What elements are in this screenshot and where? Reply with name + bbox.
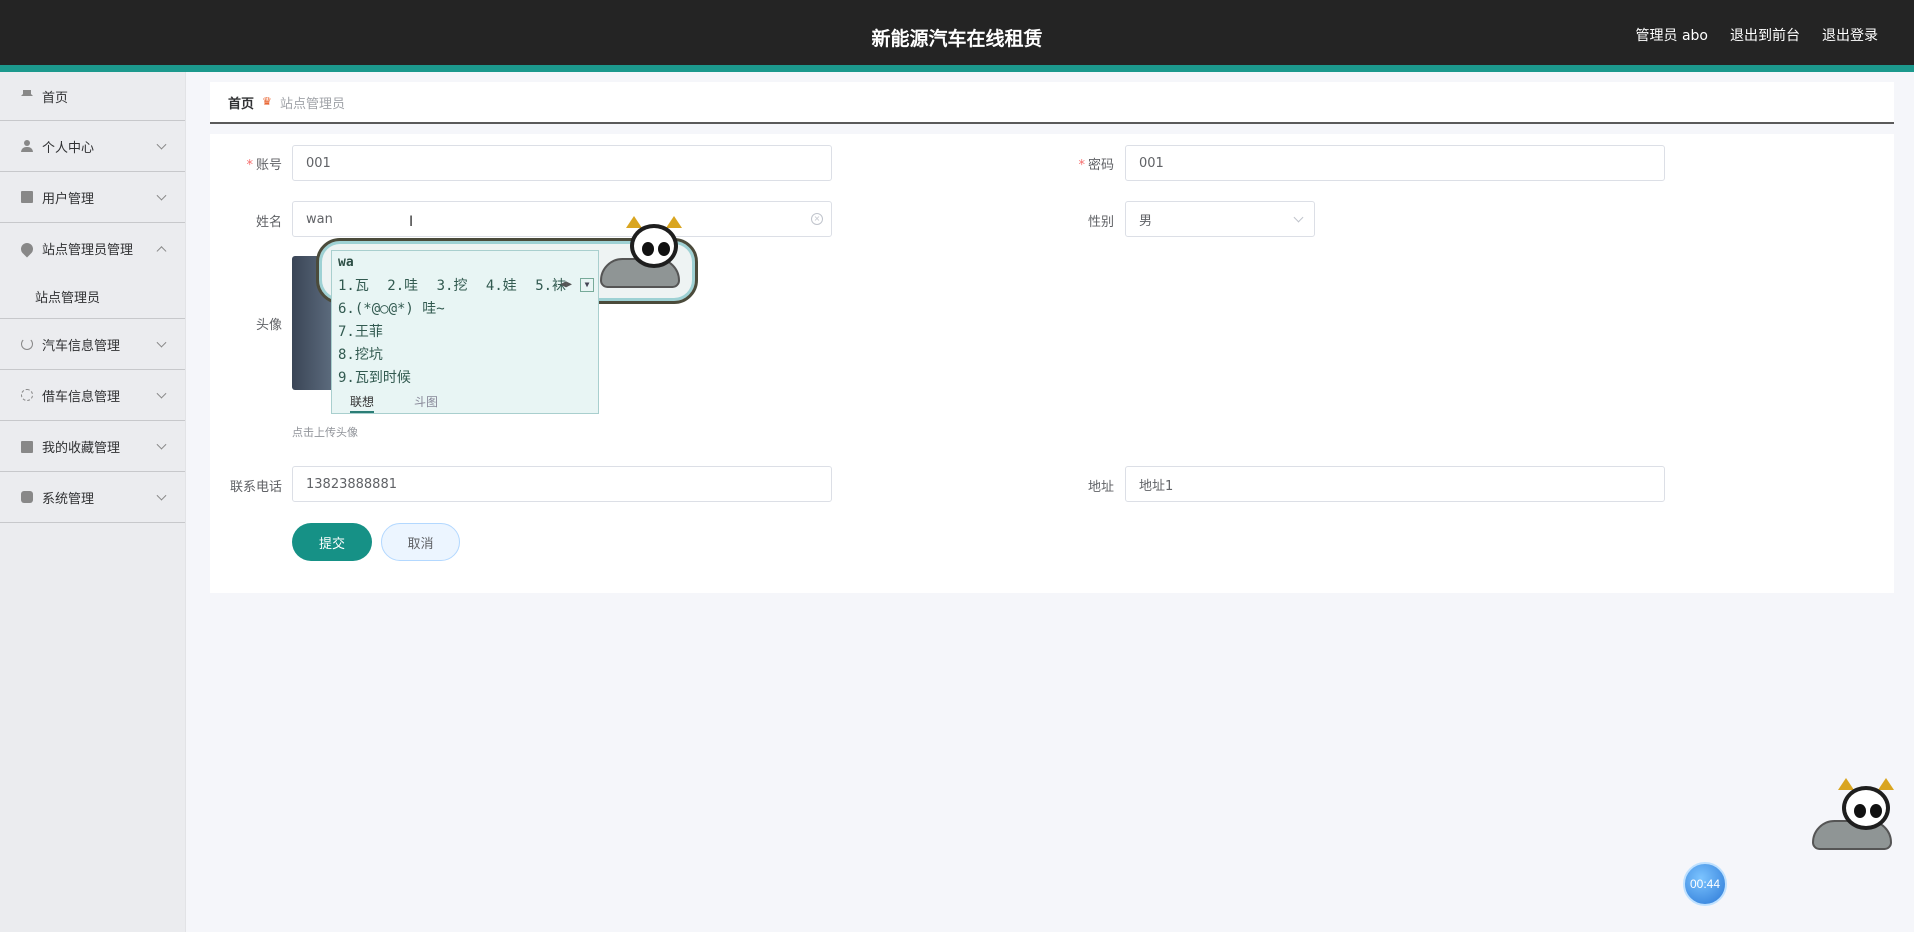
name-field[interactable]: × (292, 201, 832, 237)
clipboard-icon (21, 191, 33, 203)
ime-candidate[interactable]: 1.瓦 (338, 278, 369, 294)
sidebar-item-home[interactable]: 首页 (0, 72, 185, 121)
breadcrumb: 首页 ♛ 站点管理员 (210, 82, 1894, 124)
ime-composition: wa (338, 255, 354, 270)
sidebar-item-system-management[interactable]: 系统管理 (0, 472, 185, 523)
password-field[interactable] (1125, 145, 1665, 181)
front-page-link[interactable]: 退出到前台 (1730, 25, 1800, 45)
dial-icon (21, 389, 33, 401)
address-label: 地址 (1087, 480, 1114, 495)
mascot-ear (626, 216, 642, 228)
chevron-down-icon (156, 337, 167, 348)
ime-page-arrows-icon[interactable]: ◀▶ (560, 279, 572, 290)
logout-link[interactable]: 退出登录 (1822, 25, 1878, 45)
sidebar-item-label: 个人中心 (42, 140, 95, 156)
sidebar: 首页 个人中心 用户管理 站点管理员管理 站点管理员 汽车信息管理 借车信息管理… (0, 72, 186, 932)
avatar-label: 头像 (255, 318, 282, 333)
address-field[interactable] (1125, 466, 1665, 502)
sidebar-item-car-info-management[interactable]: 汽车信息管理 (0, 319, 185, 370)
app-title: 新能源汽车在线租赁 (871, 28, 1043, 50)
sidebar-item-borrow-info-management[interactable]: 借车信息管理 (0, 370, 185, 421)
mascot-widget-icon[interactable] (1812, 778, 1902, 856)
name-label: 姓名 (255, 215, 282, 230)
ime-expand-icon[interactable]: ▼ (580, 278, 594, 292)
gender-selected-value: 男 (1139, 213, 1153, 229)
ime-candidate[interactable]: 7.王菲 (338, 321, 383, 341)
chevron-up-icon (156, 245, 167, 256)
phone-field[interactable] (292, 466, 832, 502)
sidebar-subitem-station-admin[interactable]: 站点管理员 (0, 274, 185, 319)
home-icon (21, 84, 33, 96)
mascot-eye (1870, 804, 1882, 818)
password-label: * 密码 (1078, 158, 1114, 173)
ime-candidate[interactable]: 6.(*@○@*) 哇~ (338, 298, 445, 318)
mascot-eye (642, 242, 654, 256)
ime-candidate[interactable]: 4.娃 (486, 278, 517, 294)
crown-icon: ♛ (262, 95, 272, 108)
ime-candidate[interactable]: 9.瓦到时候 (338, 367, 411, 387)
chevron-down-icon (156, 439, 167, 450)
ime-candidate-popup: wa 1.瓦 2.哇 3.挖 4.娃 5.袜 ◀▶ ▼ 6.(*@○@*) 哇~… (331, 250, 599, 414)
gender-label: 性别 (1087, 215, 1114, 230)
sidebar-item-personal-center[interactable]: 个人中心 (0, 121, 185, 172)
mascot-ear (1878, 778, 1894, 790)
address-input[interactable] (1139, 476, 1664, 492)
clear-icon[interactable]: × (811, 213, 823, 225)
top-bar-accent (0, 65, 1914, 72)
mascot-head (630, 224, 678, 268)
power-icon (21, 338, 33, 350)
avatar-upload-hint: 点击上传头像 (292, 426, 358, 439)
pin-icon (18, 240, 36, 257)
user-icon (21, 140, 33, 152)
phone-input[interactable] (306, 476, 831, 492)
text-cursor-icon: Ⅰ (409, 214, 414, 230)
gender-select[interactable]: 男 (1125, 201, 1315, 237)
sidebar-item-label: 用户管理 (42, 191, 95, 207)
mascot-eye (1854, 804, 1866, 818)
ime-candidate[interactable]: 8.挖坑 (338, 344, 383, 364)
sidebar-item-label: 汽车信息管理 (42, 338, 121, 354)
chevron-down-icon (156, 139, 167, 150)
mascot-ear (1838, 778, 1854, 790)
thermometer-icon (21, 491, 33, 503)
breadcrumb-current: 站点管理员 (280, 96, 346, 112)
account-label: * 账号 (246, 158, 282, 173)
admin-user-label: 管理员 abo (1635, 28, 1708, 44)
chevron-down-icon (156, 388, 167, 399)
phone-label: 联系电话 (229, 480, 282, 495)
mascot-ear (666, 216, 682, 228)
ime-candidate[interactable]: 3.挖 (437, 278, 468, 294)
ime-tab-sticker[interactable]: 斗图 (414, 393, 438, 413)
sidebar-item-label: 我的收藏管理 (42, 440, 121, 456)
ime-tab-suggest[interactable]: 联想 (350, 393, 375, 413)
sidebar-item-user-management[interactable]: 用户管理 (0, 172, 185, 223)
bag-icon (21, 441, 33, 453)
mascot-icon (600, 216, 690, 294)
sidebar-item-favorites-management[interactable]: 我的收藏管理 (0, 421, 185, 472)
required-mark: * (1078, 158, 1085, 173)
chevron-down-icon (156, 490, 167, 501)
ime-candidate-row: 1.瓦 2.哇 3.挖 4.娃 5.袜 (338, 275, 576, 295)
ime-tabs: 联想 斗图 (350, 393, 438, 413)
sidebar-item-label: 站点管理员管理 (42, 243, 134, 258)
breadcrumb-home[interactable]: 首页 (228, 93, 254, 112)
sidebar-item-label: 系统管理 (42, 491, 95, 507)
chevron-down-icon (1293, 212, 1304, 223)
account-input[interactable] (306, 155, 831, 171)
sidebar-item-station-admin-management[interactable]: 站点管理员管理 (0, 223, 185, 274)
password-input[interactable] (1139, 155, 1664, 171)
top-links: 管理员 abo 退出到前台 退出登录 (1636, 25, 1878, 45)
cancel-button[interactable]: 取消 (381, 523, 460, 561)
mascot-head (1842, 786, 1890, 830)
chevron-down-icon (156, 190, 167, 201)
ime-candidate[interactable]: 2.哇 (387, 278, 418, 294)
timer-badge[interactable]: 00:44 (1683, 862, 1727, 906)
submit-button[interactable]: 提交 (292, 523, 372, 561)
name-input[interactable] (306, 211, 831, 227)
sidebar-item-label: 借车信息管理 (42, 389, 121, 405)
account-field[interactable] (292, 145, 832, 181)
mascot-eye (658, 242, 670, 256)
required-mark: * (246, 158, 253, 173)
sidebar-item-label: 首页 (42, 91, 69, 106)
